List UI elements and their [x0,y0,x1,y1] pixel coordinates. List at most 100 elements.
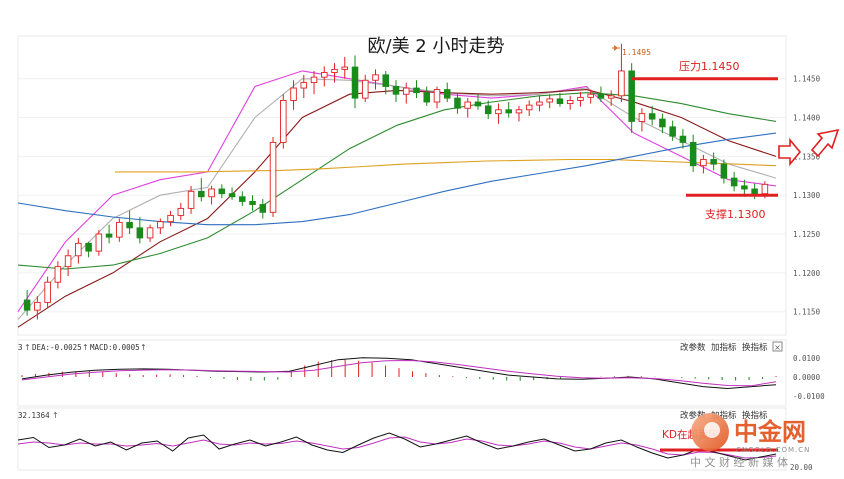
candle-body [290,87,297,101]
price-axis-tick: 1.1150 [793,308,821,317]
candle-body [566,100,574,105]
candle-body [105,233,113,238]
candle-body [659,118,666,128]
candle-body [269,141,277,213]
candle-body [136,227,144,239]
candle-body [700,159,707,167]
candle-body [361,79,369,99]
macd-label: MACD:0.0005 [90,343,140,352]
candle-body [218,188,226,195]
candle-body [587,93,594,98]
candle-body [44,281,51,303]
candle-body [669,126,676,137]
price-plot-area [17,35,787,336]
forex-chart: 1.14501.14001.13501.13001.12501.12001.11… [17,35,840,472]
resistance-label: 压力1.1450 [679,60,740,73]
candle-body [648,113,656,120]
macd-header-arrow-1: ↑ [24,343,31,352]
candle-body [730,177,738,187]
candle-body [515,109,523,114]
macd-panel: 3 ↑ DEA:-0.0025 ↑ MACD:0.0005 ↑ 0.01000.… [17,339,825,407]
candle-body [536,101,543,106]
candle-body [720,163,728,179]
macd-toolbar: 改参数 加指标 换指标 × [680,341,783,353]
candle-body [546,98,553,103]
candle-body [443,89,451,99]
candle-body [761,183,769,195]
candle-body [679,135,687,143]
macd-axis: 0.0100 0.0000 -0.0100 [793,354,825,401]
macd-axis-tick: 0.0100 [793,354,821,363]
candle-body [177,207,185,216]
macd-header-lead: 3 [18,343,23,352]
candle-body [300,82,308,89]
support-label: 支撑1.1300 [705,207,766,221]
candle-body [75,242,82,257]
candle-body [54,266,62,283]
candle-body [146,227,154,239]
kd-header-value: 32.1364 [18,411,50,420]
candle-body [433,89,441,103]
candle-body [454,97,461,109]
watermark: 中金网 CNGOLD.COM.CN 中 文 财 经 新 媒 体 [690,413,810,469]
candle-body [331,68,338,73]
candle-body [413,87,420,94]
close-icon: × [774,343,781,352]
candle-body [618,70,625,97]
price-axis: 1.14501.14001.13501.13001.12501.12001.11… [793,75,821,317]
candle-body [64,255,72,268]
chart-title: 欧/美 2 小时走势 [368,36,505,57]
add-indicator-button[interactable]: 加指标 [711,342,737,353]
candle-body [372,74,379,81]
dea-label: DEA:-0.0025 [32,343,82,352]
peak-label: 1.1495 [622,48,651,57]
candle-body [577,96,584,101]
candle-body [689,141,697,167]
candle-body [321,72,328,78]
candle-body [239,196,246,202]
candle-body [34,301,41,311]
macd-header-arrow-3: ↑ [140,343,147,352]
candle-body [280,100,287,143]
kd-header-arrow: ↑ [52,411,59,420]
candle-body [341,66,349,70]
watermark-brand: 中金网 [734,418,806,446]
price-axis-tick: 1.1400 [793,114,821,123]
candle-body [351,66,359,99]
edit-params-button[interactable]: 改参数 [680,342,706,353]
candle-body [638,113,646,122]
candle-body [607,95,615,99]
candle-body [495,109,502,115]
candle-body [505,109,512,114]
candle-body [228,193,236,198]
candle-body [474,101,482,107]
price-axis-tick: 1.1200 [793,269,821,278]
price-axis-tick: 1.1450 [793,75,821,84]
candle-body [187,190,195,209]
candle-body [597,93,605,99]
kd-axis-tick: 20.00 [790,463,813,472]
switch-indicator-button[interactable]: 换指标 [742,342,768,353]
candle-body [710,159,717,165]
price-axis-tick: 1.1250 [793,230,821,239]
candle-body [423,92,431,103]
macd-axis-tick: -0.0100 [793,392,825,401]
candle-body [484,105,492,115]
candle-body [464,101,471,109]
candle-body [259,204,267,213]
candle-body [167,214,174,223]
candle-body [751,188,758,195]
candle-body [116,221,123,238]
candle-body [392,86,400,95]
watermark-latin: CNGOLD.COM.CN [736,446,810,454]
candle-body [208,188,215,198]
price-axis-tick: 1.1300 [793,191,821,200]
candle-body [85,242,92,252]
price-panel: 1.14501.14001.13501.13001.12501.12001.11… [17,35,821,336]
watermark-tagline: 中 文 财 经 新 媒 体 [690,455,788,469]
candle-body [198,190,205,198]
candle-body [402,87,410,95]
up-right-arrow-icon [810,128,840,158]
candle-body [556,98,564,105]
macd-header-arrow-2: ↑ [82,343,89,352]
